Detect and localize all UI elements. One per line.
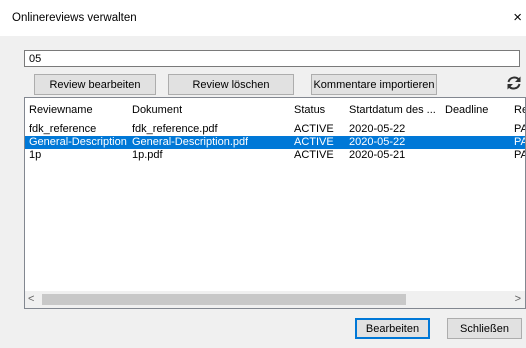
horizontal-scrollbar[interactable]: < > (25, 291, 525, 308)
column-header-deadline[interactable]: Deadline (445, 104, 488, 116)
close-button[interactable]: Schließen (447, 318, 522, 339)
edit-review-button[interactable]: Review bearbeiten (34, 74, 156, 95)
table-row[interactable]: fdk_reference fdk_reference.pdf ACTIVE 2… (25, 123, 525, 136)
import-comments-button[interactable]: Kommentare importieren (311, 74, 437, 95)
cell-status: ACTIVE (294, 136, 334, 148)
cell-status: ACTIVE (294, 149, 334, 161)
cell-status: ACTIVE (294, 123, 334, 135)
cell-startdate: 2020-05-22 (349, 136, 406, 148)
cell-startdate: 2020-05-21 (349, 149, 406, 161)
cell-reviewname: General-Description (29, 136, 127, 148)
delete-review-button[interactable]: Review löschen (168, 74, 294, 95)
table-row-selected[interactable]: General-Description General-Description.… (25, 136, 525, 149)
cell-document: General-Description.pdf (132, 136, 249, 148)
cell-document: 1p.pdf (132, 149, 163, 161)
cell-startdate: 2020-05-22 (349, 123, 406, 135)
list-header: Reviewname Dokument Status Startdatum de… (25, 98, 525, 120)
cell-re: PA (514, 123, 525, 135)
column-header-dokument[interactable]: Dokument (132, 104, 182, 116)
column-header-status[interactable]: Status (294, 104, 325, 116)
column-header-reviewname[interactable]: Reviewname (29, 104, 93, 116)
window-title: Onlinereviews verwalten (12, 12, 137, 24)
scroll-right-icon[interactable]: > (515, 293, 521, 305)
column-header-startdatum[interactable]: Startdatum des ... (349, 104, 436, 116)
search-input[interactable] (24, 50, 520, 67)
cell-re: PA (514, 136, 525, 148)
edit-button[interactable]: Bearbeiten (355, 318, 430, 339)
cell-reviewname: fdk_reference (29, 123, 97, 135)
scroll-left-icon[interactable]: < (28, 293, 34, 305)
cell-reviewname: 1p (29, 149, 42, 161)
title-bar: Onlinereviews verwalten × (0, 0, 526, 36)
cell-re: PA (514, 149, 525, 161)
close-icon[interactable]: × (513, 10, 522, 25)
table-row[interactable]: 1p 1p.pdf ACTIVE 2020-05-21 PA (25, 149, 525, 162)
reviews-list[interactable]: Reviewname Dokument Status Startdatum de… (24, 97, 526, 309)
column-header-re[interactable]: Re (514, 104, 525, 116)
scrollbar-thumb[interactable] (42, 294, 406, 305)
cell-document: fdk_reference.pdf (132, 123, 218, 135)
refresh-icon[interactable] (505, 74, 523, 92)
